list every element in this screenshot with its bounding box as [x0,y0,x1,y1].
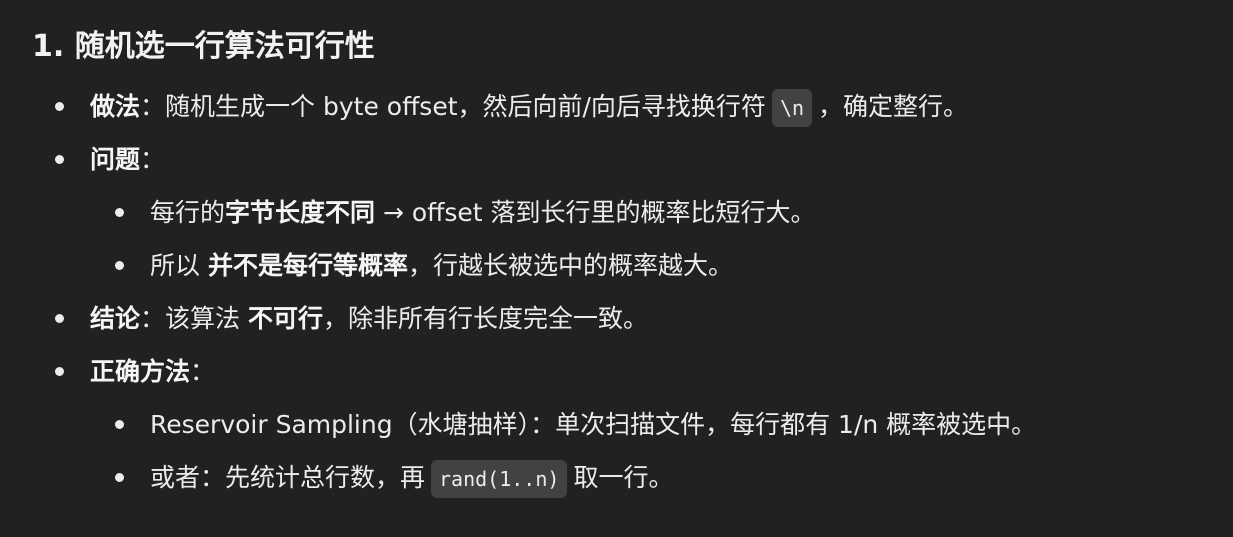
inline-code-rand: rand(1..n) [431,460,568,498]
correct-colon: ： [190,357,216,386]
bullet-dot [115,208,124,217]
method-text-end: ，确定整行。 [818,92,969,121]
conclusion-bold: 不可行 [247,304,323,333]
correct-sub2-suffix: 取一行。 [573,463,674,492]
conclusion-suffix: ，除非所有行长度完全一致。 [323,304,649,333]
bullet-dot [115,420,124,429]
correct-sub1-text: Reservoir Sampling（水塘抽样）：单次扫描文件，每行都有 1/n… [150,410,1037,439]
problem-sub1-suffix: → offset 落到长行里的概率比短行大。 [375,198,816,227]
list-item-method: 做法：随机生成一个 byte offset，然后向前/向后寻找换行符 \n ，确定整… [32,80,1222,133]
sub-list-item: 所以 并不是每行等概率，行越长被选中的概率越大。 [32,239,1222,292]
bullet-dot [115,473,124,482]
problem-sub1-prefix: 每行的 [150,198,226,227]
bullet-dot [55,367,64,376]
method-colon: ： [140,92,166,121]
conclusion-label: 结论 [90,304,141,333]
inline-code-newline: \n [771,89,813,127]
conclusion-prefix: 该算法 [165,304,248,333]
problem-colon: ： [140,145,166,174]
section-heading: 1. 随机选一行算法可行性 [32,29,375,64]
sub-list-item: Reservoir Sampling（水塘抽样）：单次扫描文件，每行都有 1/n… [32,398,1222,451]
method-label: 做法 [90,92,141,121]
sub-list-item: 或者：先统计总行数，再 rand(1..n) 取一行。 [32,451,1222,504]
list-item-conclusion: 结论：该算法 不可行，除非所有行长度完全一致。 [32,292,1222,345]
list-item-problem: 问题： [32,133,1222,186]
bullet-dot [55,155,64,164]
list-item-correct-method: 正确方法： [32,345,1222,398]
conclusion-colon: ： [140,304,166,333]
document-body: 1. 随机选一行算法可行性 做法：随机生成一个 byte offset，然后向前… [32,22,1222,504]
problem-sub2-bold: 并不是每行等概率 [207,251,408,280]
method-text: 随机生成一个 byte offset，然后向前/向后寻找换行符 [165,92,766,121]
bullet-dot [55,314,64,323]
bullet-dot [115,261,124,270]
correct-sub2-prefix: 或者：先统计总行数，再 [150,463,426,492]
bullet-dot [55,102,64,111]
sub-list-item: 每行的字节长度不同 → offset 落到长行里的概率比短行大。 [32,186,1222,239]
correct-label: 正确方法 [90,357,191,386]
problem-sub2-suffix: ，行越长被选中的概率越大。 [407,251,733,280]
problem-sub1-bold: 字节长度不同 [225,198,376,227]
problem-sub2-prefix: 所以 [150,251,208,280]
problem-label: 问题 [90,145,141,174]
